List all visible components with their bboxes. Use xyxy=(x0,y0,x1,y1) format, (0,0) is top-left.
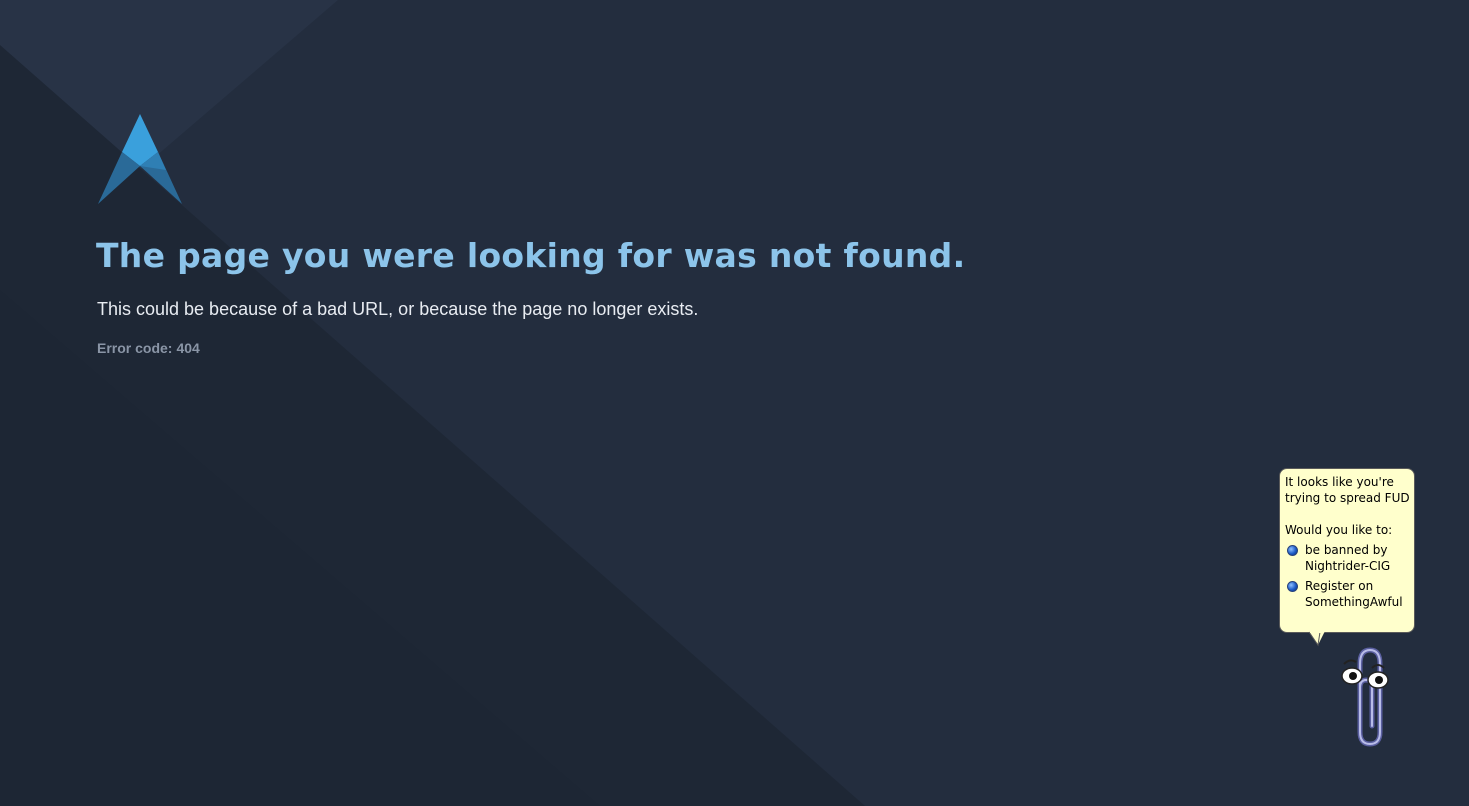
error-code-value: 404 xyxy=(176,340,200,356)
error-code-label: Error code: xyxy=(97,340,173,356)
clippy-prompt: Would you like to: xyxy=(1285,523,1393,537)
clippy-message: It looks like you're trying to spread FU… xyxy=(1285,475,1410,505)
bullet-icon xyxy=(1287,545,1298,556)
error-page: The page you were looking for was not fo… xyxy=(0,0,1469,806)
triangle-logo-icon xyxy=(98,114,182,204)
clippy-speech-bubble: It looks like you're trying to spread FU… xyxy=(1279,468,1415,633)
error-code-line: Error code: 404 xyxy=(97,340,200,356)
clippy-option-banned[interactable]: be banned by Nightrider-CIG xyxy=(1285,542,1410,574)
clippy-option-label: be banned by Nightrider-CIG xyxy=(1305,543,1391,573)
bubble-tail xyxy=(1308,631,1325,647)
paperclip-assistant-icon[interactable] xyxy=(1336,644,1396,748)
background-shapes xyxy=(0,0,1469,806)
page-title: The page you were looking for was not fo… xyxy=(96,236,966,275)
bullet-icon xyxy=(1287,581,1298,592)
clippy-option-label: Register on SomethingAwful xyxy=(1305,579,1403,609)
clippy-option-register[interactable]: Register on SomethingAwful xyxy=(1285,578,1410,610)
page-subtitle: This could be because of a bad URL, or b… xyxy=(97,299,699,319)
